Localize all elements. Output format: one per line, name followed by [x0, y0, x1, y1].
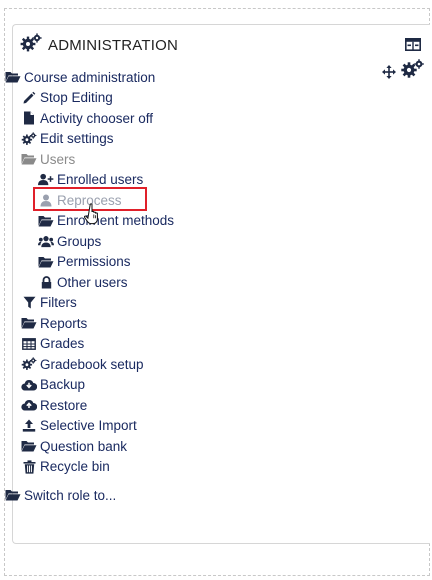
tree-item-activity-chooser[interactable]: Activity chooser off: [5, 108, 405, 129]
tree-item-other-users[interactable]: Other users: [5, 272, 405, 293]
block-title: ADMINISTRATION: [48, 36, 179, 54]
users-icon: [38, 234, 54, 248]
tree-item-label: Restore: [40, 397, 88, 413]
tree-item-enrolment-methods[interactable]: Enrolment methods: [5, 211, 405, 232]
tree-item-label: Activity chooser off: [40, 110, 154, 126]
tree-item-label: Grades: [40, 336, 85, 352]
folder-open-icon: [21, 152, 37, 166]
tree-item-label: Enrolled users: [57, 172, 144, 188]
tree-item-gradebook-setup[interactable]: Gradebook setup: [5, 354, 405, 375]
tree-item-users[interactable]: Users: [5, 149, 405, 170]
tree-item-label: Stop Editing: [40, 90, 113, 106]
tree-item-label: Permissions: [57, 254, 131, 270]
tree-item-label: Users: [40, 151, 76, 167]
switch-role-link[interactable]: Switch role to...: [5, 485, 405, 506]
tree-item-restore[interactable]: Restore: [5, 395, 405, 416]
cloud-download-icon: [21, 378, 37, 392]
switch-role-label: Switch role to...: [24, 487, 117, 503]
folder-open-icon: [38, 255, 54, 269]
tree-item-label: Groups: [57, 233, 102, 249]
folder-open-icon: [5, 70, 21, 84]
file-icon: [21, 111, 37, 125]
tree-item-label: Course administration: [24, 69, 156, 85]
tree-item-edit-settings[interactable]: Edit settings: [5, 129, 405, 150]
pencil-icon: [21, 91, 37, 105]
lock-icon: [38, 275, 54, 289]
tree-item-backup[interactable]: Backup: [5, 375, 405, 396]
block-header: ADMINISTRATION: [20, 32, 179, 58]
user-plus-icon: [38, 173, 54, 187]
trash-icon: [21, 460, 37, 474]
tree-item-recycle-bin[interactable]: Recycle bin: [5, 457, 405, 478]
tree-item-question-bank[interactable]: Question bank: [5, 436, 405, 457]
upload-icon: [21, 419, 37, 433]
tree-item-label: Gradebook setup: [40, 356, 144, 372]
cogs-icon: [20, 32, 42, 58]
tree-item-grades[interactable]: Grades: [5, 334, 405, 355]
tree-item-label: Backup: [40, 377, 86, 393]
tree-item-label: Other users: [57, 274, 128, 290]
admin-tree: Course administration Stop Editing Activit…: [5, 67, 405, 506]
tree-item-stop-editing[interactable]: Stop Editing: [5, 88, 405, 109]
table-icon: [21, 337, 37, 351]
folder-open-icon: [21, 439, 37, 453]
tree-item-filters[interactable]: Filters: [5, 293, 405, 314]
tree-item-permissions[interactable]: Permissions: [5, 252, 405, 273]
tree-item-label: Question bank: [40, 438, 128, 454]
folder-open-icon: [38, 214, 54, 228]
tree-item-label: Enrolment methods: [57, 213, 175, 229]
tree-item-label: Edit settings: [40, 131, 114, 147]
folder-open-icon: [5, 488, 21, 502]
folder-open-icon: [21, 316, 37, 330]
tree-item-label: Reports: [40, 315, 88, 331]
tree-item-groups[interactable]: Groups: [5, 231, 405, 252]
tree-item-selective-import[interactable]: Selective Import: [5, 416, 405, 437]
tree-item-label: Filters: [40, 295, 77, 311]
tree-item-label: Selective Import: [40, 418, 137, 434]
hand-pointer-cursor-icon: [83, 203, 102, 225]
cogs-icon: [21, 132, 37, 146]
tree-item-reports[interactable]: Reports: [5, 313, 405, 334]
cloud-upload-icon: [21, 398, 37, 412]
tree-gap: [5, 477, 405, 485]
tree-item-label: Recycle bin: [40, 459, 110, 475]
collapse-dock-icon[interactable]: [405, 38, 421, 51]
cogs-icon: [21, 357, 37, 371]
filter-icon: [21, 296, 37, 310]
tree-item-course-administration[interactable]: Course administration: [5, 67, 405, 88]
